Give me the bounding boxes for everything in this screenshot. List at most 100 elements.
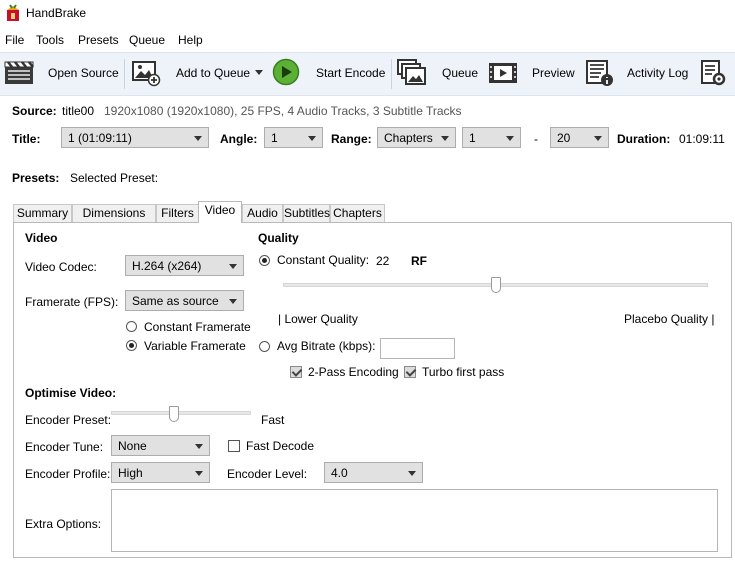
- video-codec-label: Video Codec:: [25, 260, 97, 274]
- start-encode-button[interactable]: Start Encode: [316, 66, 385, 80]
- chevron-down-icon[interactable]: [255, 70, 263, 75]
- encoder-tune-value: None: [118, 439, 147, 453]
- turbo-first-pass-label[interactable]: Turbo first pass: [422, 365, 504, 379]
- chevron-down-icon: [408, 471, 416, 476]
- menu-help[interactable]: Help: [178, 33, 203, 47]
- quality-slider-thumb[interactable]: [490, 277, 501, 293]
- constant-framerate-radio[interactable]: [126, 321, 137, 332]
- tab-subtitles[interactable]: Subtitles: [283, 204, 330, 222]
- tab-chapters[interactable]: Chapters: [330, 204, 385, 222]
- toolbar-separator: [124, 59, 125, 89]
- encoder-preset-slider-thumb[interactable]: [169, 406, 179, 422]
- window-title: HandBrake: [26, 6, 87, 20]
- two-pass-label[interactable]: 2-Pass Encoding: [308, 365, 399, 379]
- rf-unit-label: RF: [411, 254, 427, 268]
- video-codec-value: H.264 (x264): [132, 259, 202, 273]
- optimise-section-title: Optimise Video:: [25, 386, 117, 400]
- encoder-level-label: Encoder Level:: [227, 467, 308, 481]
- range-start-value: 1: [469, 131, 476, 145]
- extra-options-label: Extra Options:: [25, 517, 102, 531]
- tab-audio[interactable]: Audio: [242, 204, 283, 222]
- title-select[interactable]: 1 (01:09:11): [61, 127, 209, 148]
- duration-label: Duration:: [617, 132, 671, 146]
- chevron-down-icon: [506, 136, 514, 141]
- chevron-down-icon: [195, 444, 203, 449]
- clapperboard-icon[interactable]: [4, 59, 34, 87]
- toolbar: Open Source Add to Queue Start Encode Qu…: [0, 52, 735, 96]
- avg-bitrate-radio[interactable]: [259, 341, 270, 352]
- encoder-preset-slider-track[interactable]: [111, 411, 251, 415]
- activity-log-icon[interactable]: [585, 59, 615, 87]
- queue-icon[interactable]: [397, 59, 427, 87]
- add-image-icon[interactable]: [131, 59, 161, 87]
- fast-decode-checkbox[interactable]: [228, 440, 240, 452]
- avg-bitrate-label[interactable]: Avg Bitrate (kbps):: [277, 339, 375, 353]
- range-end-select[interactable]: 20: [550, 127, 609, 148]
- avg-bitrate-input[interactable]: [380, 338, 455, 359]
- range-separator: -: [534, 132, 538, 146]
- constant-quality-radio[interactable]: [259, 255, 270, 266]
- constant-quality-label[interactable]: Constant Quality:: [277, 253, 369, 267]
- activity-log-button[interactable]: Activity Log: [627, 66, 688, 80]
- tab-summary[interactable]: Summary: [13, 204, 72, 222]
- encoder-tune-select[interactable]: None: [111, 435, 210, 456]
- encoder-preset-label: Encoder Preset:: [25, 413, 112, 427]
- constant-quality-value: 22: [376, 254, 390, 268]
- video-codec-select[interactable]: H.264 (x264): [125, 255, 244, 276]
- chevron-down-icon: [195, 471, 203, 476]
- film-icon[interactable]: [488, 59, 518, 87]
- title-bar: HandBrake: [0, 0, 735, 27]
- chevron-down-icon: [594, 136, 602, 141]
- range-type-value: Chapters: [384, 131, 433, 145]
- angle-select[interactable]: 1: [264, 127, 323, 148]
- two-pass-checkbox[interactable]: [290, 366, 302, 378]
- menu-presets[interactable]: Presets: [78, 33, 119, 47]
- selected-preset: Selected Preset:: [70, 171, 159, 185]
- encoder-level-select[interactable]: 4.0: [324, 462, 423, 483]
- duration-value: 01:09:11: [679, 132, 725, 146]
- preview-button[interactable]: Preview: [532, 66, 575, 80]
- handbrake-logo-icon: [5, 4, 21, 22]
- menu-tools[interactable]: Tools: [36, 33, 64, 47]
- tab-dimensions[interactable]: Dimensions: [72, 204, 156, 222]
- tab-filters[interactable]: Filters: [156, 204, 199, 222]
- toolbar-separator: [391, 59, 392, 89]
- framerate-label: Framerate (FPS):: [25, 295, 119, 309]
- encoder-preset-value: Fast: [261, 413, 285, 427]
- chevron-down-icon: [229, 299, 237, 304]
- source-name: title00: [62, 104, 95, 118]
- encoder-profile-value: High: [118, 466, 143, 480]
- open-source-button[interactable]: Open Source: [48, 66, 119, 80]
- quality-section-title: Quality: [258, 231, 299, 245]
- menu-queue[interactable]: Queue: [129, 33, 165, 47]
- framerate-value: Same as source: [132, 294, 219, 308]
- extra-options-input[interactable]: [111, 489, 718, 552]
- queue-button[interactable]: Queue: [442, 66, 478, 80]
- range-start-select[interactable]: 1: [462, 127, 521, 148]
- range-end-value: 20: [557, 131, 571, 145]
- tab-video[interactable]: Video: [198, 201, 242, 223]
- encoder-profile-select[interactable]: High: [111, 462, 210, 483]
- add-to-queue-button[interactable]: Add to Queue: [176, 66, 250, 80]
- chevron-down-icon: [194, 136, 202, 141]
- source-info: 1920x1080 (1920x1080), 25 FPS, 4 Audio T…: [104, 104, 462, 118]
- angle-select-value: 1: [271, 131, 278, 145]
- turbo-first-pass-checkbox[interactable]: [404, 366, 416, 378]
- variable-framerate-label[interactable]: Variable Framerate: [144, 339, 246, 353]
- chevron-down-icon: [229, 264, 237, 269]
- title-select-value: 1 (01:09:11): [68, 131, 132, 145]
- framerate-select[interactable]: Same as source: [125, 290, 244, 311]
- range-type-select[interactable]: Chapters: [377, 127, 456, 148]
- play-icon[interactable]: [272, 58, 302, 88]
- encoder-profile-label: Encoder Profile:: [25, 467, 111, 481]
- title-label: Title:: [12, 132, 41, 146]
- lower-quality-label: | Lower Quality: [278, 312, 358, 326]
- source-label: Source:: [12, 104, 57, 118]
- menu-bar: File Tools Presets Queue Help: [0, 29, 735, 51]
- angle-label: Angle:: [220, 132, 258, 146]
- variable-framerate-radio[interactable]: [126, 340, 137, 351]
- fast-decode-label[interactable]: Fast Decode: [246, 439, 314, 453]
- constant-framerate-label[interactable]: Constant Framerate: [144, 320, 251, 334]
- menu-file[interactable]: File: [5, 33, 24, 47]
- settings-document-icon[interactable]: [700, 59, 730, 87]
